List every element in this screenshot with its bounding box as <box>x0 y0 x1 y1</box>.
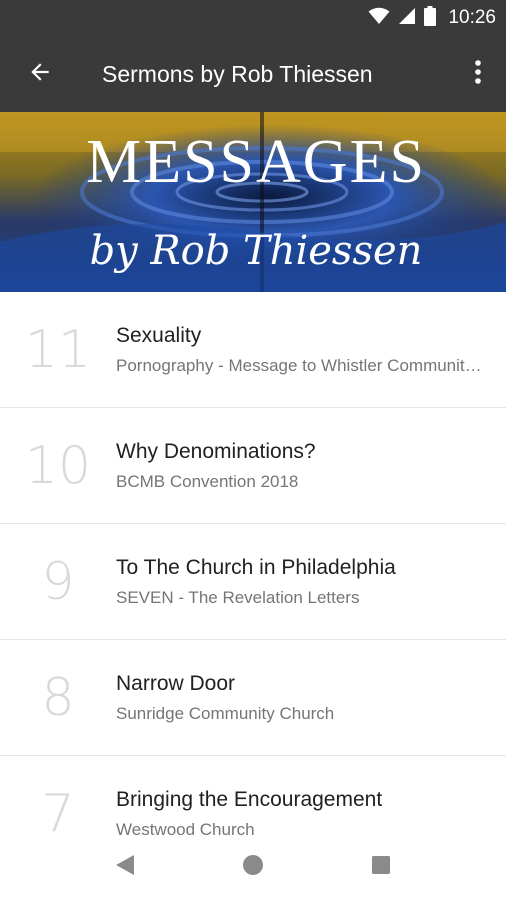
list-item[interactable]: 11 Sexuality Pornography - Message to Wh… <box>0 292 506 408</box>
sermon-number: 9 <box>41 551 75 612</box>
nav-back-icon <box>114 853 136 882</box>
more-options-button[interactable] <box>466 56 490 92</box>
more-vert-icon <box>474 59 482 90</box>
list-item[interactable]: 7 Bringing the Encouragement Westwood Ch… <box>0 756 506 836</box>
sermon-subtitle: Sunridge Community Church <box>116 704 335 723</box>
sermon-list: 11 Sexuality Pornography - Message to Wh… <box>0 292 506 835</box>
status-time: 10:26 <box>448 7 496 28</box>
sermon-title: To The Church in Philadelphia <box>116 556 396 579</box>
list-item[interactable]: 9 To The Church in Philadelphia SEVEN - … <box>0 524 506 640</box>
sermon-number: 8 <box>41 667 75 728</box>
wifi-icon <box>368 7 390 30</box>
banner-title: MESSAGES <box>86 128 426 196</box>
sermon-number: 11 <box>24 319 92 380</box>
nav-home-button[interactable] <box>235 850 271 886</box>
status-bar: 10:26 <box>0 0 506 36</box>
nav-home-icon <box>242 854 264 881</box>
sermon-title: Bringing the Encouragement <box>116 788 383 811</box>
sermon-title: Sexuality <box>116 324 202 347</box>
sermon-title: Why Denominations? <box>116 440 316 463</box>
nav-recents-button[interactable] <box>363 850 399 886</box>
app-bar: Sermons by Rob Thiessen <box>0 36 506 112</box>
page-title: Sermons by Rob Thiessen <box>102 61 373 87</box>
list-item[interactable]: 8 Narrow Door Sunridge Community Church <box>0 640 506 756</box>
sermon-number: 7 <box>41 783 75 836</box>
nav-back-button[interactable] <box>107 850 143 886</box>
sermon-subtitle: Westwood Church <box>116 820 255 835</box>
back-button[interactable] <box>20 56 60 92</box>
sermon-number: 10 <box>24 435 92 496</box>
banner-subtitle: by Rob Thiessen <box>90 228 423 274</box>
status-icons: 10:26 <box>368 0 496 36</box>
sermon-subtitle: BCMB Convention 2018 <box>116 472 299 491</box>
system-nav-bar <box>0 835 506 900</box>
battery-icon <box>424 5 437 31</box>
sermon-title: Narrow Door <box>116 672 236 695</box>
list-item[interactable]: 10 Why Denominations? BCMB Convention 20… <box>0 408 506 524</box>
back-arrow-icon <box>27 59 53 90</box>
signal-icon <box>398 7 416 30</box>
sermon-subtitle: SEVEN - The Revelation Letters <box>116 588 360 607</box>
sermon-subtitle: Pornography - Message to Whistler Commun… <box>116 356 488 375</box>
nav-recents-icon <box>371 855 391 880</box>
banner-image: MESSAGES by Rob Thiessen <box>0 112 506 292</box>
